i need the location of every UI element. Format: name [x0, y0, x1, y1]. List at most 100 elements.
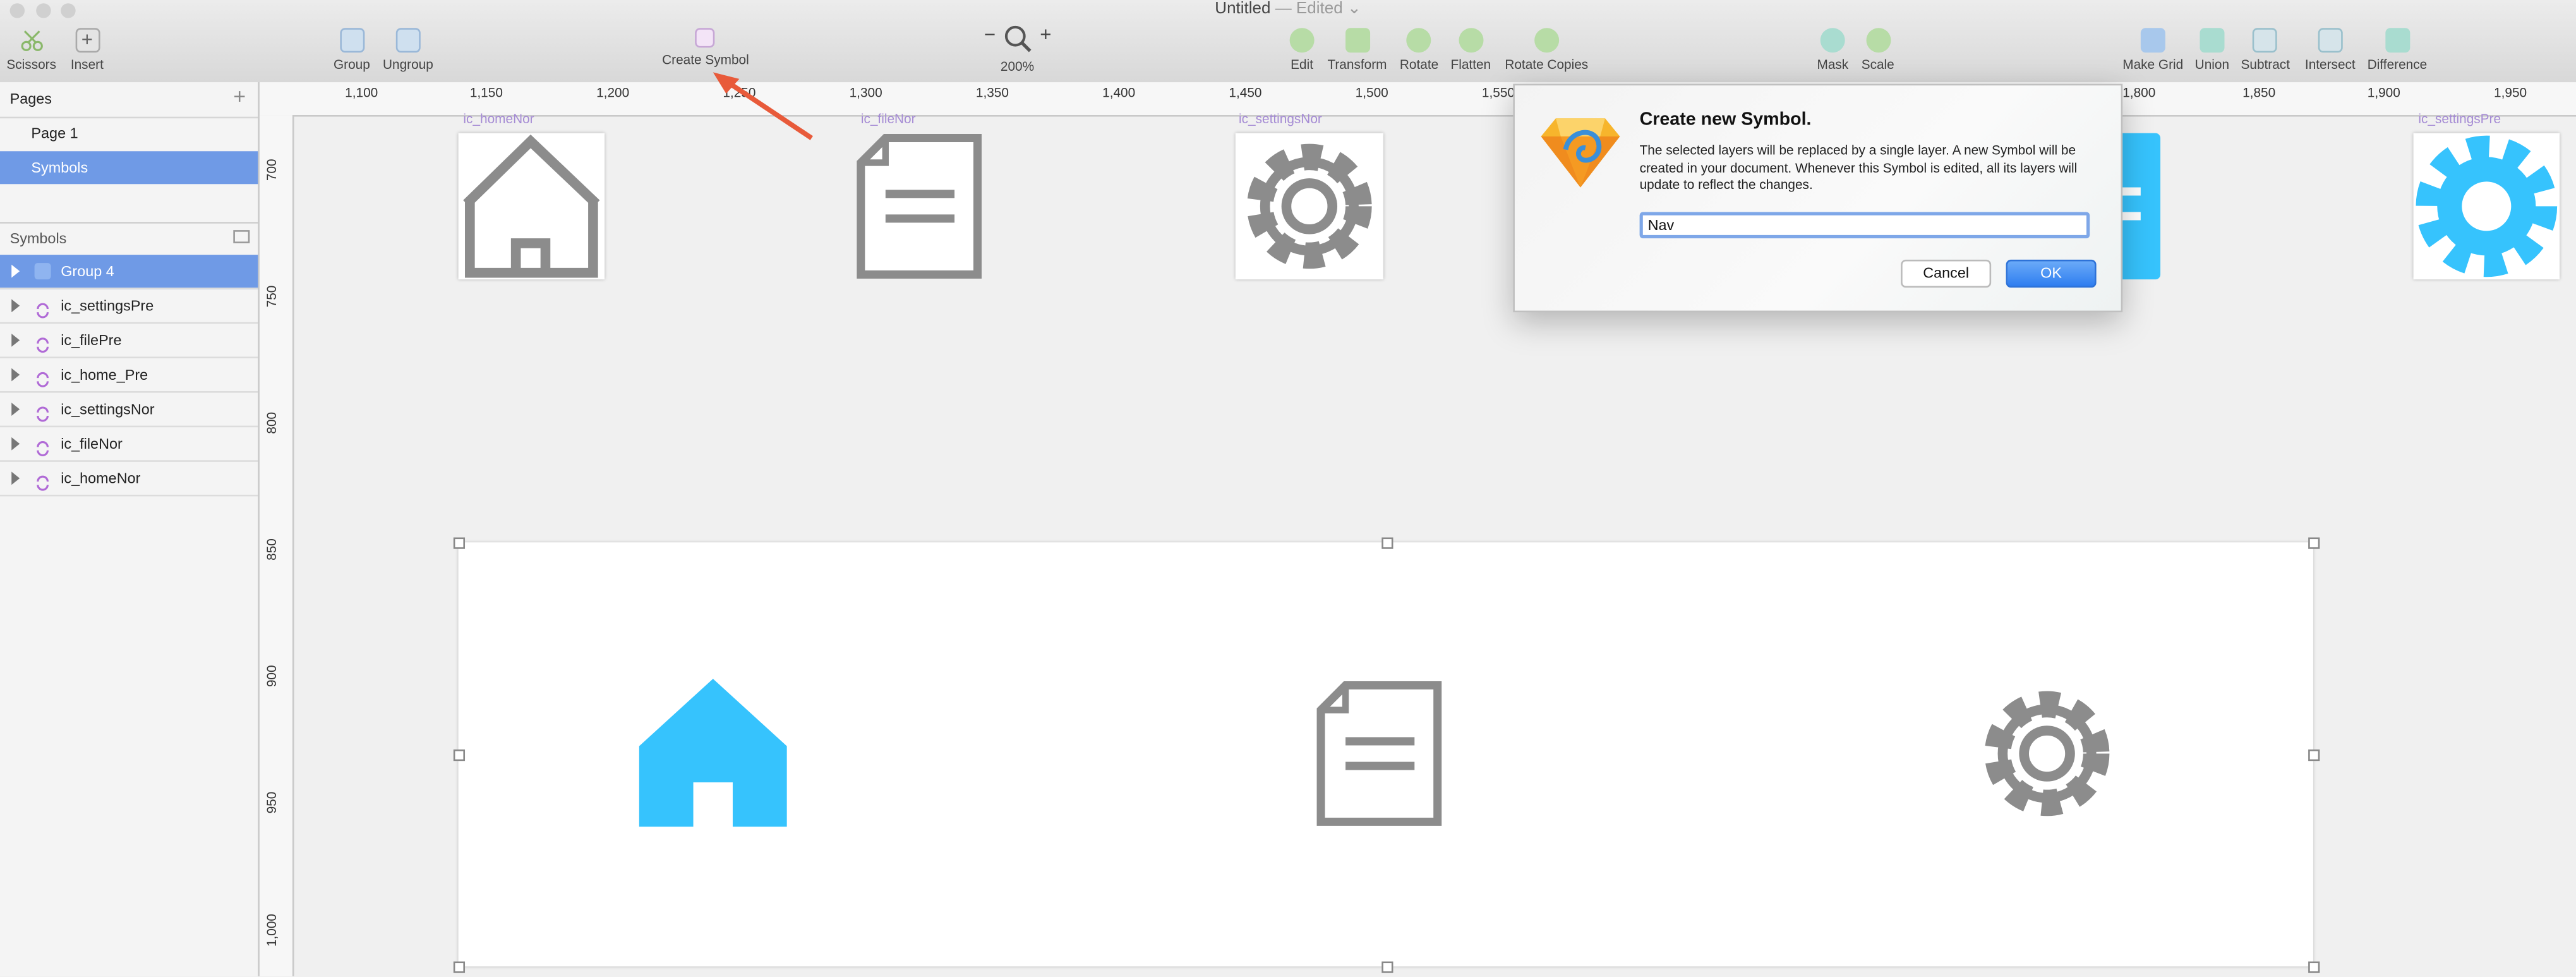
- toolbar: Untitled — Edited ⌄ Scissors + Insert Gro…: [0, 0, 2576, 84]
- resize-handle[interactable]: [2308, 537, 2320, 549]
- mask-button[interactable]: Mask: [1817, 28, 1848, 72]
- difference-icon: [2385, 28, 2410, 53]
- disclosure-triangle-icon[interactable]: [11, 471, 20, 485]
- layer-ic-settingspre[interactable]: ic_settingsPre: [0, 289, 258, 324]
- create-symbol-button[interactable]: Create Symbol: [662, 28, 749, 68]
- rotate-copies-label: Rotate Copies: [1505, 58, 1589, 73]
- gear-outline-icon: [1984, 691, 2110, 816]
- pages-header: Pages: [9, 90, 52, 107]
- layer-ic-home-pre[interactable]: ic_home_Pre: [0, 358, 258, 393]
- group-button[interactable]: Group: [334, 28, 370, 72]
- artboard-ic-settingsnor[interactable]: [1235, 133, 1383, 280]
- ruler-tick-label: 850: [264, 538, 280, 561]
- intersect-button[interactable]: Intersect: [2305, 28, 2356, 72]
- resize-handle[interactable]: [1381, 961, 1393, 973]
- symbol-icon: [35, 470, 51, 491]
- ruler-tick-label: 1,500: [1355, 85, 1388, 100]
- canvas[interactable]: ic_homeNor ic_fileNor ic_settingsNor ic_…: [294, 112, 2576, 976]
- artboard-title-ic-settingsnor[interactable]: ic_settingsNor: [1239, 112, 1322, 126]
- union-icon: [2200, 28, 2225, 53]
- ruler-tick-label: 1,000: [264, 913, 280, 947]
- resize-handle[interactable]: [2308, 961, 2320, 973]
- difference-button[interactable]: Difference: [2368, 28, 2427, 72]
- edit-icon: [1289, 28, 1315, 53]
- zoom-in-button[interactable]: +: [1040, 23, 1051, 46]
- ruler-tick-label: 1,550: [1481, 85, 1515, 100]
- rotate-copies-button[interactable]: Rotate Copies: [1505, 28, 1588, 72]
- resize-handle[interactable]: [453, 537, 466, 549]
- ruler-tick-label: 1,350: [975, 85, 1009, 100]
- disclosure-triangle-icon[interactable]: [11, 368, 20, 382]
- flatten-button[interactable]: Flatten: [1451, 28, 1491, 72]
- scissors-button[interactable]: Scissors: [6, 28, 56, 72]
- file-outline-icon: [857, 133, 982, 279]
- ungroup-button[interactable]: Ungroup: [383, 28, 433, 72]
- mask-label: Mask: [1817, 58, 1849, 73]
- page-item-page-1[interactable]: Page 1: [0, 117, 258, 150]
- page-item-symbols[interactable]: Symbols: [0, 151, 258, 185]
- layer-group-4[interactable]: Group 4: [0, 255, 258, 289]
- mask-icon: [1820, 28, 1845, 53]
- group-label: Group: [333, 58, 370, 73]
- artboard-title-ic-filenor[interactable]: ic_fileNor: [861, 112, 916, 126]
- resize-handle[interactable]: [1381, 537, 1393, 549]
- artboard-ic-settingspre[interactable]: [2413, 133, 2560, 280]
- horizontal-ruler[interactable]: 1,100 1,150 1,200 1,250 1,300 1,350 1,40…: [259, 82, 2576, 117]
- transform-icon: [1344, 28, 1369, 53]
- resize-handle[interactable]: [453, 961, 466, 973]
- add-page-button[interactable]: +: [233, 84, 246, 109]
- union-button[interactable]: Union: [2195, 28, 2229, 72]
- rotate-label: Rotate: [1399, 58, 1439, 73]
- rotate-button[interactable]: Rotate: [1400, 28, 1438, 72]
- create-symbol-icon: [695, 28, 716, 48]
- divider: [0, 222, 258, 224]
- ruler-tick-label: 1,900: [2367, 85, 2400, 100]
- resize-handle[interactable]: [2308, 749, 2320, 762]
- transform-button[interactable]: Transform: [1327, 28, 1387, 72]
- collapse-icon[interactable]: [233, 230, 250, 243]
- symbol-name-input[interactable]: [1639, 212, 2090, 239]
- page-item-label: Page 1: [31, 124, 78, 142]
- title-chevron-icon[interactable]: ⌄: [1347, 0, 1361, 18]
- ruler-tick-label: 1,300: [849, 85, 882, 100]
- zoom-out-button[interactable]: −: [984, 23, 996, 46]
- cancel-button[interactable]: Cancel: [1901, 259, 1992, 288]
- artboard-title-ic-homenor[interactable]: ic_homeNor: [463, 112, 534, 126]
- file-outline-icon: [1316, 681, 1442, 826]
- layer-ic-filenor[interactable]: ic_fileNor: [0, 427, 258, 462]
- subtract-button[interactable]: Subtract: [2241, 28, 2290, 72]
- scissors-label: Scissors: [6, 58, 57, 73]
- ungroup-label: Ungroup: [382, 58, 433, 73]
- scale-button[interactable]: Scale: [1862, 28, 1894, 72]
- layer-ic-settingsnor[interactable]: ic_settingsNor: [0, 393, 258, 428]
- artboard-title-ic-settingspre[interactable]: ic_settingsPre: [2418, 112, 2501, 126]
- make-grid-label: Make Grid: [2122, 58, 2184, 73]
- disclosure-triangle-icon[interactable]: [11, 403, 20, 416]
- edit-label: Edit: [1291, 58, 1314, 73]
- ruler-tick-label: 1,100: [345, 85, 378, 100]
- disclosure-triangle-icon[interactable]: [11, 264, 20, 278]
- document-title: Untitled — Edited ⌄: [0, 0, 2576, 20]
- home-filled-icon: [639, 679, 787, 827]
- layer-ic-homenor[interactable]: ic_homeNor: [0, 462, 258, 497]
- layer-name: ic_fileNor: [61, 435, 123, 452]
- symbol-icon: [35, 401, 51, 422]
- selected-group-4[interactable]: [458, 542, 2313, 967]
- insert-button[interactable]: + Insert: [71, 28, 104, 72]
- make-grid-icon: [2140, 28, 2165, 53]
- symbol-icon: [35, 332, 51, 353]
- disclosure-triangle-icon[interactable]: [11, 299, 20, 313]
- disclosure-triangle-icon[interactable]: [11, 333, 20, 347]
- subtract-icon: [2253, 28, 2278, 53]
- make-grid-button[interactable]: Make Grid: [2122, 28, 2183, 72]
- disclosure-triangle-icon[interactable]: [11, 437, 20, 451]
- resize-handle[interactable]: [453, 749, 466, 762]
- flatten-icon: [1458, 28, 1483, 53]
- layer-ic-filepre[interactable]: ic_filePre: [0, 324, 258, 358]
- edit-button[interactable]: Edit: [1289, 28, 1315, 73]
- artboard-ic-filenor[interactable]: [856, 133, 982, 279]
- artboard-ic-homenor[interactable]: [458, 133, 605, 280]
- vertical-ruler[interactable]: 700 750 800 850 900 950 1,000: [259, 115, 294, 976]
- ok-button[interactable]: OK: [2006, 259, 2097, 288]
- zoom-magnifier-icon[interactable]: [1004, 25, 1033, 63]
